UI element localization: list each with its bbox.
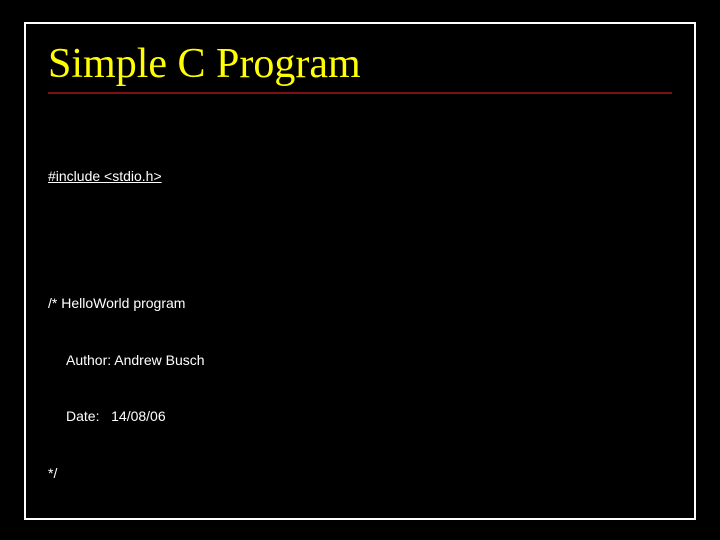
comment-line-2: Author: Andrew Busch [48,351,672,370]
comment-block: /* HelloWorld program Author: Andrew Bus… [48,256,672,520]
title-underline-rule [48,92,672,94]
code-area: #include <stdio.h> /* HelloWorld program… [48,110,672,540]
include-line: #include <stdio.h> [48,167,672,186]
slide-inner-frame: Simple C Program #include <stdio.h> /* H… [24,22,696,520]
comment-line-1: /* HelloWorld program [48,294,672,313]
slide: Simple C Program #include <stdio.h> /* H… [0,0,720,540]
include-text: #include <stdio.h> [48,168,162,184]
slide-title: Simple C Program [48,42,672,86]
comment-line-3: Date: 14/08/06 [48,407,672,426]
comment-line-4: */ [48,464,672,483]
